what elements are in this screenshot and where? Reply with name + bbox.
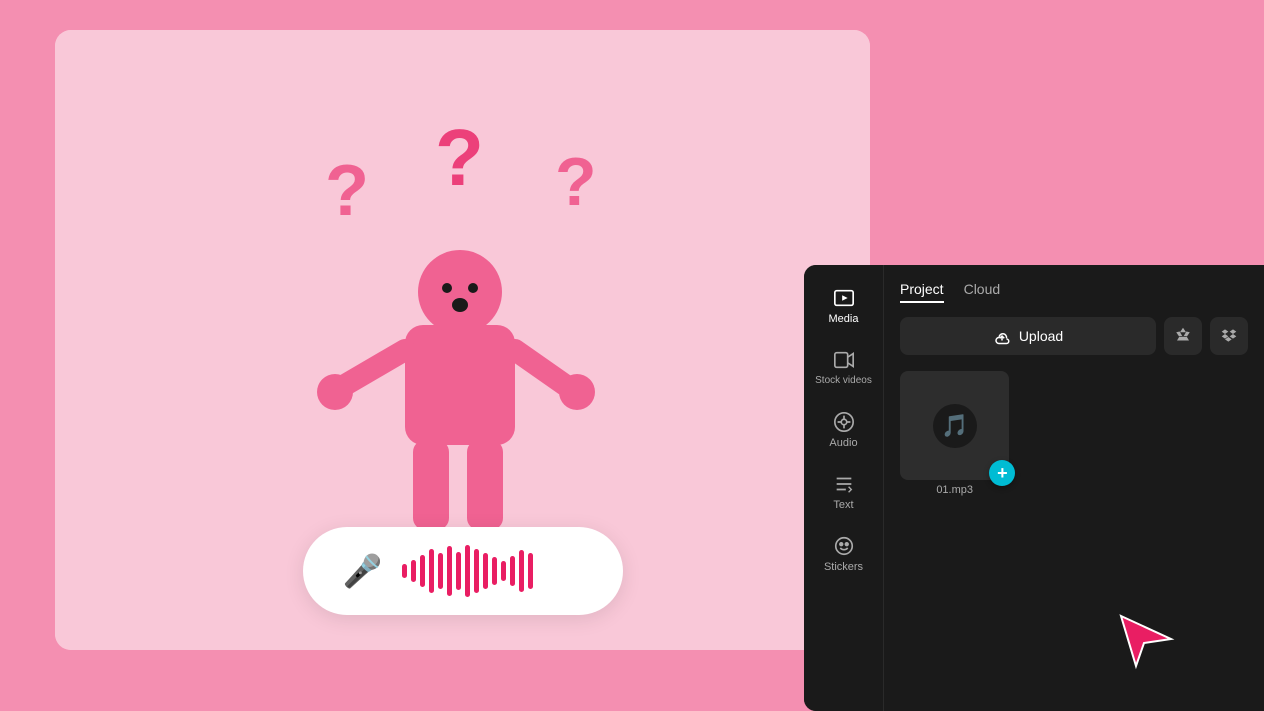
preview-canvas: ? ? ? 🎤 bbox=[55, 30, 870, 650]
upload-cloud-icon bbox=[993, 327, 1011, 345]
media-filename: 01.mp3 bbox=[900, 484, 1009, 496]
upload-button[interactable]: Upload bbox=[900, 317, 1156, 355]
sidebar-item-media-label: Media bbox=[829, 313, 859, 325]
google-drive-button[interactable] bbox=[1164, 317, 1202, 355]
stock-videos-icon bbox=[833, 349, 855, 371]
media-item[interactable]: 🎵 + bbox=[900, 371, 1009, 480]
upload-row: Upload bbox=[900, 317, 1248, 355]
sidebar-item-audio[interactable]: Audio bbox=[804, 399, 883, 461]
panel-content: Project Cloud Upload bbox=[884, 265, 1264, 711]
stickers-icon bbox=[833, 535, 855, 557]
sidebar-item-text[interactable]: Text bbox=[804, 461, 883, 523]
sidebar-item-text-label: Text bbox=[833, 499, 853, 511]
dropbox-icon bbox=[1221, 328, 1237, 344]
media-icon bbox=[833, 287, 855, 309]
sidebar-item-stickers-label: Stickers bbox=[824, 561, 863, 573]
svg-text:?: ? bbox=[555, 144, 597, 220]
dropbox-button[interactable] bbox=[1210, 317, 1248, 355]
sidebar: Media Stock videos Audio bbox=[804, 265, 884, 711]
mic-icon: 🎤 bbox=[343, 552, 383, 590]
right-panel: Media Stock videos Audio bbox=[804, 265, 1264, 711]
sidebar-item-stock-videos[interactable]: Stock videos bbox=[804, 337, 883, 399]
media-grid: 🎵 + 01.mp3 bbox=[900, 371, 1248, 496]
tab-project[interactable]: Project bbox=[900, 281, 944, 303]
music-note-icon: 🎵 bbox=[933, 404, 977, 448]
media-item-wrapper: 🎵 + 01.mp3 bbox=[900, 371, 1009, 496]
sidebar-item-audio-label: Audio bbox=[829, 437, 857, 449]
sidebar-item-stickers[interactable]: Stickers bbox=[804, 523, 883, 585]
audio-icon bbox=[833, 411, 855, 433]
tab-cloud[interactable]: Cloud bbox=[964, 281, 1001, 303]
add-media-button[interactable]: + bbox=[989, 460, 1015, 486]
tabs: Project Cloud bbox=[900, 281, 1248, 303]
upload-label: Upload bbox=[1019, 328, 1063, 344]
waveform bbox=[402, 545, 533, 597]
sidebar-item-media[interactable]: Media bbox=[804, 275, 883, 337]
svg-text:?: ? bbox=[435, 113, 484, 202]
google-drive-icon bbox=[1174, 327, 1192, 345]
svg-text:?: ? bbox=[325, 151, 369, 231]
audio-recording-bar: 🎤 bbox=[303, 527, 623, 615]
sidebar-item-stock-videos-label: Stock videos bbox=[815, 375, 872, 387]
text-icon bbox=[833, 473, 855, 495]
